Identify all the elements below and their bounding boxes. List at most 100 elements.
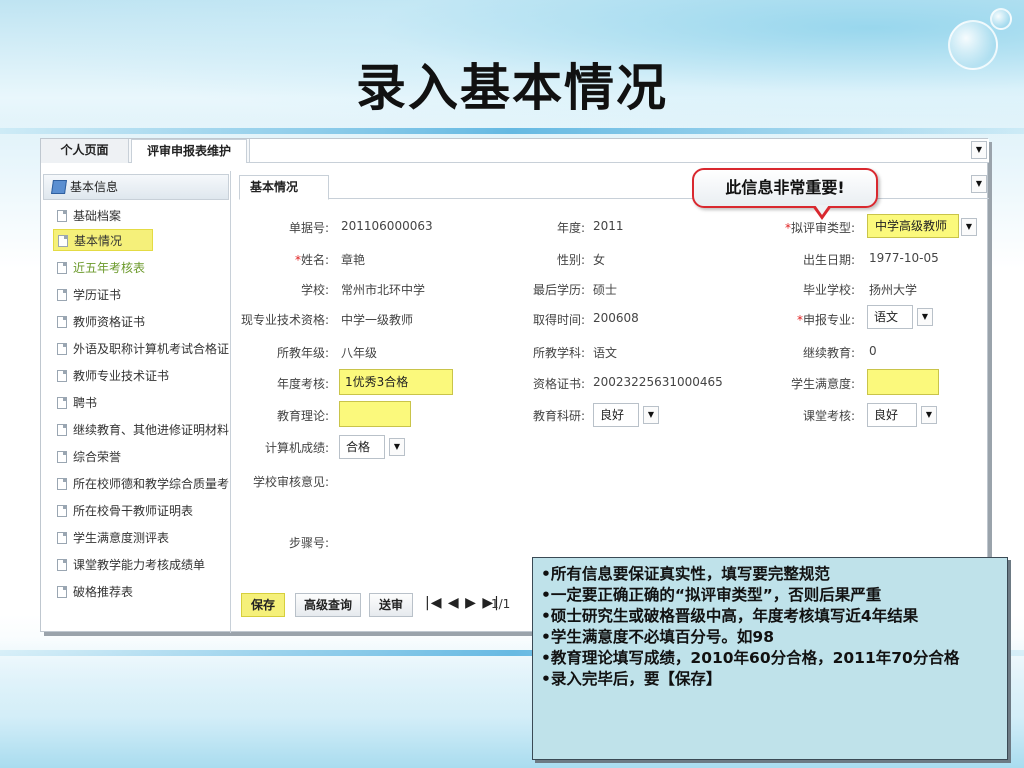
zuihou-value: 硕士 xyxy=(593,283,618,297)
note-item: •录入完毕后，要【保存】 xyxy=(541,670,722,688)
edit-icon xyxy=(51,180,67,194)
kaohe-input[interactable]: 1优秀3合格 xyxy=(341,371,408,393)
qude-label: 取得时间: xyxy=(532,313,585,327)
sidebar-item-tech-cert[interactable]: 教师专业技术证书 xyxy=(53,365,229,387)
shenhe-label: 学校审核意见: xyxy=(252,475,329,489)
biye-label: 毕业学校: xyxy=(802,283,855,297)
sidebar-item-basic-archive[interactable]: 基础档案 xyxy=(53,205,229,227)
sidebar-item-label: 近五年考核表 xyxy=(73,261,146,275)
sidebar-item-ethics[interactable]: 所在校师德和教学综合质量考核 xyxy=(53,473,229,495)
pager-page: 1/1 xyxy=(491,597,511,611)
suojiao-xueke-value: 语文 xyxy=(593,346,618,360)
tab-basic-info[interactable]: 基本情况 xyxy=(239,175,329,200)
note-item: •硕士研究生或破格晋级中高，年度考核填写近4年结果 xyxy=(541,607,919,625)
slide-title: 录入基本情况 xyxy=(356,59,668,117)
ketang-select[interactable]: 良好 xyxy=(867,403,917,427)
ketang-label: 课堂考核: xyxy=(802,409,855,423)
suojiao-xueke-label: 所教学科: xyxy=(532,346,585,360)
callout-tail-inner xyxy=(815,205,829,215)
kaohe-label: 年度考核: xyxy=(276,377,329,391)
jixu-value: 0 xyxy=(869,344,877,358)
shenbao-select[interactable]: 语文 xyxy=(867,305,913,329)
chevron-down-icon[interactable]: ▼ xyxy=(971,175,987,193)
xingming-value: 章艳 xyxy=(341,253,366,267)
danju-label: 单据号: xyxy=(288,221,329,235)
note-item: •一定要正确正确的“拟评审类型”，否则后果严重 xyxy=(541,586,882,604)
chevron-down-icon[interactable]: ▼ xyxy=(917,308,933,326)
buzhou-label: 步骤号: xyxy=(288,536,329,550)
nipingshen-label: *拟评审类型: xyxy=(784,221,855,235)
sidebar-item-label: 所在校骨干教师证明表 xyxy=(73,504,194,518)
document-icon xyxy=(57,451,67,463)
niandu-label: 年度: xyxy=(556,221,585,235)
submit-review-button[interactable]: 送审 xyxy=(369,593,413,617)
pager-controls[interactable]: |◀ ◀ ▶ ▶| xyxy=(425,595,500,611)
sidebar-item-diploma[interactable]: 学历证书 xyxy=(53,284,229,306)
advanced-query-button[interactable]: 高级查询 xyxy=(295,593,361,617)
save-button[interactable]: 保存 xyxy=(241,593,285,617)
nipingshen-select[interactable]: 中学高级教师 xyxy=(871,215,947,237)
note-item: •所有信息要保证真实性，填写要完整规范 xyxy=(541,565,830,583)
sidebar-item-basic-info[interactable]: 基本情况 xyxy=(53,229,153,251)
chevron-down-icon[interactable]: ▼ xyxy=(961,218,977,236)
document-icon xyxy=(57,289,67,301)
manyi-input[interactable] xyxy=(867,369,939,395)
sidebar: 基本信息 基础档案 基本情况 近五年考核表 学历证书 教师资格证书 外语及职称计… xyxy=(41,171,231,633)
chevron-down-icon[interactable]: ▼ xyxy=(389,438,405,456)
zuihou-label: 最后学历: xyxy=(532,283,585,297)
document-icon xyxy=(57,505,67,517)
tab-personal-page[interactable]: 个人页面 xyxy=(41,139,129,163)
document-icon xyxy=(57,262,67,274)
document-icon xyxy=(57,559,67,571)
jixu-label: 继续教育: xyxy=(802,346,855,360)
sidebar-item-label: 教师资格证书 xyxy=(73,315,146,329)
sidebar-item-label: 继续教育、其他进修证明材料 xyxy=(73,423,229,437)
qude-value: 200608 xyxy=(593,311,639,325)
decor-band xyxy=(0,128,1024,134)
biye-value: 扬州大学 xyxy=(869,283,918,297)
note-item: •学生满意度不必填百分号。如98 xyxy=(541,628,774,646)
chevron-down-icon[interactable]: ▼ xyxy=(643,406,659,424)
sidebar-item-label: 基本情况 xyxy=(74,234,123,248)
document-icon xyxy=(57,478,67,490)
chusheng-value: 1977-10-05 xyxy=(869,251,939,265)
note-item: •教育理论填写成绩，2010年60分合格，2011年70分合格 xyxy=(541,649,960,667)
sidebar-item-label: 综合荣誉 xyxy=(73,450,122,464)
sidebar-item-label: 外语及职称计算机考试合格证书 xyxy=(73,342,229,356)
sidebar-item-language-cert[interactable]: 外语及职称计算机考试合格证书 xyxy=(53,338,229,360)
xingbie-label: 性别: xyxy=(556,253,585,267)
top-tabbar: 个人页面 评审申报表维护 ▼ xyxy=(41,139,989,163)
document-icon xyxy=(57,586,67,598)
keyan-select[interactable]: 良好 xyxy=(593,403,639,427)
sidebar-item-teaching-score[interactable]: 课堂教学能力考核成绩单 xyxy=(53,554,229,576)
tab-review-form[interactable]: 评审申报表维护 xyxy=(131,139,247,163)
sidebar-item-label: 学生满意度测评表 xyxy=(73,531,170,545)
sidebar-item-assessment[interactable]: 近五年考核表 xyxy=(53,257,229,279)
sidebar-item-key-teacher[interactable]: 所在校骨干教师证明表 xyxy=(53,500,229,522)
shenbao-label: *申报专业: xyxy=(796,313,855,327)
top-dropdown[interactable]: ▼ xyxy=(249,139,989,162)
jisuanji-select[interactable]: 合格 xyxy=(339,435,385,459)
sidebar-item-honors[interactable]: 综合荣誉 xyxy=(53,446,229,468)
niandu-value: 2011 xyxy=(593,219,624,233)
document-icon xyxy=(57,316,67,328)
chevron-down-icon[interactable]: ▼ xyxy=(921,406,937,424)
sidebar-item-contract[interactable]: 聘书 xyxy=(53,392,229,414)
jisuanji-label: 计算机成绩: xyxy=(264,441,329,455)
zige-label: 资格证书: xyxy=(532,377,585,391)
sidebar-item-exception[interactable]: 破格推荐表 xyxy=(53,581,229,603)
xingbie-value: 女 xyxy=(593,253,606,267)
sidebar-item-label: 聘书 xyxy=(73,396,98,410)
suojiao-nianji-value: 八年级 xyxy=(341,346,378,360)
sidebar-header-label: 基本信息 xyxy=(70,180,119,194)
lilun-label: 教育理论: xyxy=(276,409,329,423)
keyan-label: 教育科研: xyxy=(532,409,585,423)
xianzhuanye-label: 现专业技术资格: xyxy=(240,313,329,327)
sidebar-item-teacher-cert[interactable]: 教师资格证书 xyxy=(53,311,229,333)
sidebar-item-continuing-edu[interactable]: 继续教育、其他进修证明材料 xyxy=(53,419,229,441)
sidebar-item-satisfaction[interactable]: 学生满意度测评表 xyxy=(53,527,229,549)
chevron-down-icon[interactable]: ▼ xyxy=(971,141,987,159)
sidebar-item-label: 教师专业技术证书 xyxy=(73,369,170,383)
sidebar-header[interactable]: 基本信息 xyxy=(43,174,229,200)
lilun-input[interactable] xyxy=(339,401,411,427)
